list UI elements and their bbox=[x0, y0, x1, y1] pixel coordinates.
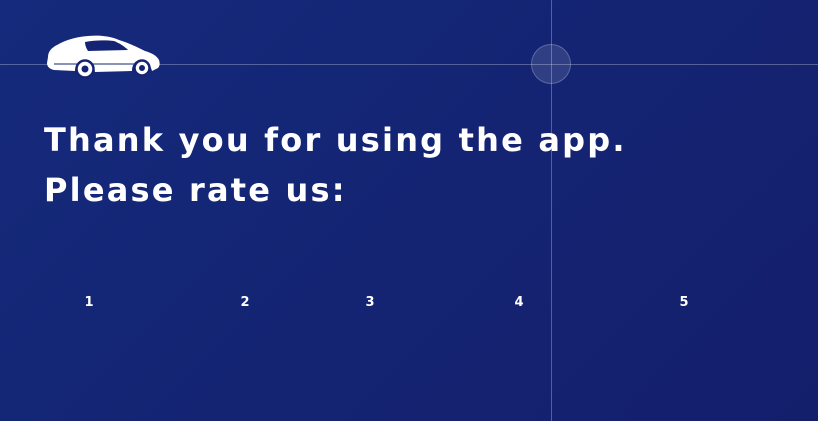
rating-option-2[interactable]: 2 bbox=[225, 292, 265, 314]
rating-option-5[interactable]: 5 bbox=[664, 292, 704, 314]
rating-prompt: Thank you for using the app. Please rate… bbox=[44, 121, 627, 209]
car-icon bbox=[47, 35, 160, 79]
rating-screen: { "logo": { "icon": "car-icon" }, "promp… bbox=[0, 0, 818, 421]
rating-option-1[interactable]: 1 bbox=[69, 292, 109, 314]
rating-option-3[interactable]: 3 bbox=[350, 292, 390, 314]
touch-indicator bbox=[531, 44, 571, 84]
rating-option-4[interactable]: 4 bbox=[499, 292, 539, 314]
car-logo bbox=[44, 33, 162, 79]
